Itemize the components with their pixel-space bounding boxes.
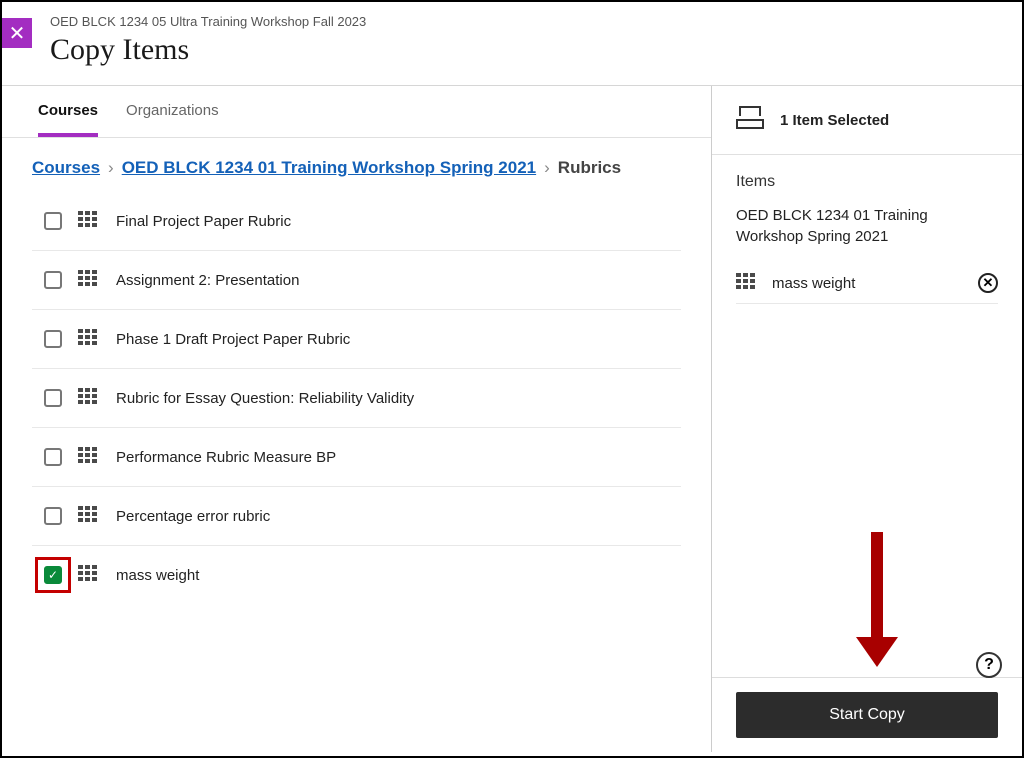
breadcrumb-root[interactable]: Courses <box>32 158 100 178</box>
rubric-label: Performance Rubric Measure BP <box>116 449 336 466</box>
rubric-label: Rubric for Essay Question: Reliability V… <box>116 390 414 407</box>
start-copy-button[interactable]: Start Copy <box>736 692 998 738</box>
rubric-checkbox[interactable]: ✓ <box>44 566 62 584</box>
rubric-icon <box>78 329 102 349</box>
source-browser: Courses Organizations Courses › OED BLCK… <box>2 86 712 752</box>
tab-courses[interactable]: Courses <box>38 102 98 137</box>
breadcrumb: Courses › OED BLCK 1234 01 Training Work… <box>2 138 711 192</box>
rubric-row[interactable]: Rubric for Essay Question: Reliability V… <box>32 369 681 428</box>
selection-summary: 1 Item Selected <box>712 86 1022 155</box>
rubric-icon <box>78 565 102 585</box>
copy-items-panel: ✕ OED BLCK 1234 05 Ultra Training Worksh… <box>0 0 1024 758</box>
rubric-row[interactable]: ✓ mass weight <box>32 546 681 604</box>
panel-header: OED BLCK 1234 05 Ultra Training Workshop… <box>2 2 1022 86</box>
close-icon[interactable]: ✕ <box>2 18 32 48</box>
breadcrumb-course[interactable]: OED BLCK 1234 01 Training Workshop Sprin… <box>122 158 536 178</box>
rubric-row[interactable]: Percentage error rubric <box>32 487 681 546</box>
breadcrumb-current: Rubrics <box>558 158 621 178</box>
rubric-row[interactable]: Phase 1 Draft Project Paper Rubric <box>32 310 681 369</box>
chevron-right-icon: › <box>108 158 114 178</box>
rubric-row[interactable]: Performance Rubric Measure BP <box>32 428 681 487</box>
page-title: Copy Items <box>50 33 1022 67</box>
rubric-checkbox[interactable] <box>44 507 62 525</box>
source-course-name: OED BLCK 1234 01 Training Workshop Sprin… <box>736 205 998 247</box>
help-icon[interactable]: ? <box>976 652 1002 678</box>
rubric-checkbox[interactable] <box>44 330 62 348</box>
chevron-right-icon: › <box>544 158 550 178</box>
items-heading: Items <box>736 173 998 191</box>
rubric-label: Assignment 2: Presentation <box>116 272 299 289</box>
rubric-label: Final Project Paper Rubric <box>116 213 291 230</box>
rubric-checkbox[interactable] <box>44 389 62 407</box>
rubric-checkbox[interactable] <box>44 212 62 230</box>
selected-item: mass weight ✕ <box>736 263 998 304</box>
tray-icon <box>736 106 764 134</box>
tab-organizations[interactable]: Organizations <box>126 102 219 137</box>
selected-item-label: mass weight <box>772 275 966 292</box>
rubric-row[interactable]: Assignment 2: Presentation <box>32 251 681 310</box>
rubric-checkbox[interactable] <box>44 448 62 466</box>
context-course-name: OED BLCK 1234 05 Ultra Training Workshop… <box>50 14 1022 29</box>
rubric-label: Percentage error rubric <box>116 508 270 525</box>
rubric-icon <box>736 273 760 293</box>
selection-sidebar: 1 Item Selected Items OED BLCK 1234 01 T… <box>712 86 1022 752</box>
remove-item-icon[interactable]: ✕ <box>978 273 998 293</box>
rubric-icon <box>78 211 102 231</box>
rubric-label: mass weight <box>116 567 199 584</box>
rubric-icon <box>78 506 102 526</box>
rubric-label: Phase 1 Draft Project Paper Rubric <box>116 331 350 348</box>
rubric-list: Final Project Paper Rubric Assignment 2: … <box>2 192 711 604</box>
rubric-checkbox[interactable] <box>44 271 62 289</box>
rubric-icon <box>78 270 102 290</box>
rubric-row[interactable]: Final Project Paper Rubric <box>32 192 681 251</box>
selection-count: 1 Item Selected <box>780 112 889 129</box>
rubric-icon <box>78 447 102 467</box>
rubric-icon <box>78 388 102 408</box>
source-tabs: Courses Organizations <box>2 86 711 138</box>
